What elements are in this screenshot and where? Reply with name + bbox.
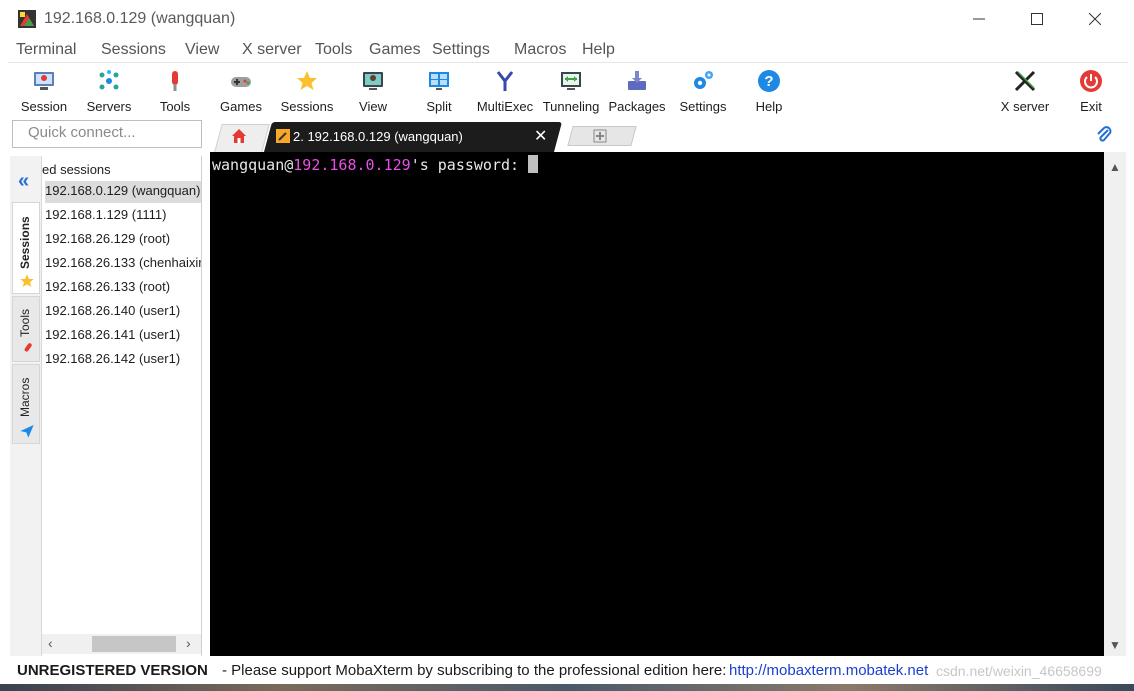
menu-tools[interactable]: Tools xyxy=(315,41,352,59)
desktop-background-strip xyxy=(0,684,1134,691)
terminal-view[interactable]: wangquan@192.168.0.129's password: xyxy=(210,152,1104,656)
title-bar: 192.168.0.129 (wangquan) xyxy=(0,0,1134,38)
support-message: - Please support MobaXterm by subscribin… xyxy=(222,662,727,679)
close-icon xyxy=(1089,13,1101,25)
menu-bar: Terminal Sessions View X server Tools Ga… xyxy=(0,38,1134,62)
menu-macros[interactable]: Macros xyxy=(514,41,566,59)
side-tab-tools[interactable]: Tools xyxy=(12,296,40,362)
menu-settings[interactable]: Settings xyxy=(432,41,490,59)
packages-icon xyxy=(628,71,646,90)
scroll-up-icon[interactable]: ▲ xyxy=(1109,160,1121,174)
pencil-icon xyxy=(276,129,290,143)
mobatek-link[interactable]: http://mobaxterm.mobatek.net xyxy=(729,662,928,679)
help-icon: ? xyxy=(758,70,780,92)
unregistered-label: UNREGISTERED VERSION xyxy=(17,662,208,679)
mobaxterm-window: 192.168.0.129 (wangquan) Terminal Sessio… xyxy=(0,0,1134,691)
terminal-user: wangquan@ xyxy=(212,156,294,174)
side-tab-sessions[interactable]: Sessions xyxy=(12,202,40,294)
tab-close-icon[interactable]: ✕ xyxy=(534,126,547,146)
minimize-button[interactable] xyxy=(950,0,1008,38)
status-bar: UNREGISTERED VERSION - Please support Mo… xyxy=(0,658,1134,684)
svg-text:?: ? xyxy=(764,73,773,90)
terminal-prompt-line: wangquan@192.168.0.129's password: xyxy=(212,155,539,174)
side-tab-bar: « Sessions Tools Macros xyxy=(10,156,42,656)
terminal-password-prompt: 's password: xyxy=(410,156,529,174)
star-icon xyxy=(297,71,317,90)
gamepad-icon xyxy=(231,77,251,87)
session-item[interactable]: 192.168.26.133 (chenhaixir xyxy=(45,253,201,275)
view-icon xyxy=(363,72,383,90)
session-icon xyxy=(34,72,54,90)
paper-plane-icon xyxy=(20,425,34,438)
watermark-text: csdn.net/weixin_46658699 xyxy=(936,663,1102,679)
menu-sessions[interactable]: Sessions xyxy=(101,41,166,59)
maximize-icon xyxy=(1031,13,1043,25)
app-icon xyxy=(18,10,36,28)
toolbar: Session Servers Tools Games Sessions Vie… xyxy=(8,62,1128,118)
session-item[interactable]: 192.168.26.133 (root) xyxy=(45,277,201,299)
session-item[interactable]: 192.168.26.140 (user1) xyxy=(45,301,201,323)
menu-terminal[interactable]: Terminal xyxy=(16,41,76,59)
scroll-right-icon[interactable]: › xyxy=(186,635,191,651)
terminal-vertical-scrollbar[interactable]: ▲ ▼ xyxy=(1104,152,1126,656)
quick-connect-input[interactable]: Quick connect... xyxy=(12,120,202,148)
session-item[interactable]: 192.168.26.129 (root) xyxy=(45,229,201,251)
maximize-button[interactable] xyxy=(1008,0,1066,38)
xserver-icon xyxy=(1014,70,1036,92)
servers-icon xyxy=(99,70,119,90)
session-item[interactable]: 192.168.1.129 (1111) xyxy=(45,205,201,227)
terminal-cursor xyxy=(528,155,539,173)
plus-icon xyxy=(593,129,607,143)
paperclip-icon[interactable] xyxy=(1094,124,1114,144)
exit-button[interactable]: Exit xyxy=(1055,65,1127,117)
menu-help[interactable]: Help xyxy=(582,41,615,59)
scroll-down-icon[interactable]: ▼ xyxy=(1109,638,1121,652)
window-title: 192.168.0.129 (wangquan) xyxy=(44,10,236,27)
session-item[interactable]: 192.168.26.142 (user1) xyxy=(45,349,201,371)
close-button[interactable] xyxy=(1066,0,1124,38)
tab-strip: 2. 192.168.0.129 (wangquan) ✕ xyxy=(210,120,1130,152)
menu-view[interactable]: View xyxy=(185,41,219,59)
tunneling-icon xyxy=(561,72,581,90)
sessions-header: ed sessions xyxy=(42,162,111,177)
help-button[interactable]: ? Help xyxy=(733,65,805,117)
collapse-panel-icon[interactable]: « xyxy=(18,170,29,193)
tools-icon xyxy=(172,71,178,91)
sessions-panel: ed sessions 192.168.0.129 (wangquan) 192… xyxy=(42,156,202,656)
star-icon xyxy=(20,274,34,287)
power-icon xyxy=(1080,70,1102,92)
sessions-horizontal-scrollbar[interactable]: ‹ › xyxy=(42,634,201,654)
menu-xserver[interactable]: X server xyxy=(242,41,302,59)
minimize-icon xyxy=(973,18,985,20)
session-item[interactable]: 192.168.0.129 (wangquan) xyxy=(45,181,201,203)
multiexec-icon xyxy=(496,71,514,91)
side-tab-macros[interactable]: Macros xyxy=(12,364,40,444)
menu-games[interactable]: Games xyxy=(369,41,421,59)
home-icon xyxy=(232,129,246,143)
gear-icon xyxy=(694,71,713,89)
scroll-left-icon[interactable]: ‹ xyxy=(48,635,53,651)
split-icon xyxy=(429,72,449,90)
scroll-thumb[interactable] xyxy=(92,636,176,652)
terminal-host: 192.168.0.129 xyxy=(293,156,411,174)
session-item[interactable]: 192.168.26.141 (user1) xyxy=(45,325,201,347)
tools-icon xyxy=(24,343,32,352)
tab-session-label: 2. 192.168.0.129 (wangquan) xyxy=(293,129,463,144)
